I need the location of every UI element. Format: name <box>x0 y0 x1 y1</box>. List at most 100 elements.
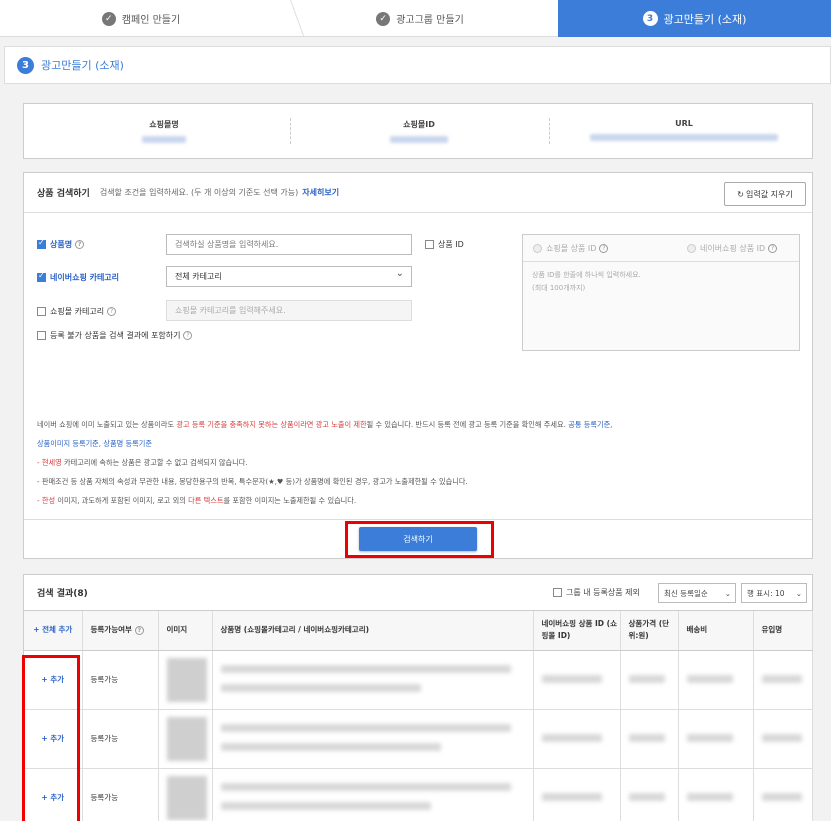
help-icon[interactable]: ? <box>183 331 193 340</box>
page-size-select[interactable]: 행 표시: 10 ⌄ <box>741 583 807 603</box>
mall-product-id-radio-option[interactable]: 쇼핑몰 상품 ID? <box>533 243 609 254</box>
url-label: URL <box>675 119 693 128</box>
common-criteria-link[interactable]: 공통 등록기준, <box>568 420 612 429</box>
notice-text: - 판매조건 등 상품 자체의 속성과 무관한 내용, 몽당한용구의 반복, 특… <box>37 477 468 486</box>
step-ad-creative[interactable]: 3 광고만들기 (소재) <box>558 0 831 37</box>
product-name-input[interactable]: 검색하실 상품명을 입력하세요. <box>166 234 412 255</box>
column-header: 상품가격 (단위:원) <box>620 611 679 651</box>
redacted-text <box>220 783 511 791</box>
product-name-cell <box>212 768 534 821</box>
shipping-cell <box>678 768 754 821</box>
shop-id-label: 쇼핑몰ID <box>403 120 435 129</box>
redacted-text <box>220 684 421 692</box>
price-cell <box>620 768 679 821</box>
product-id-type-selector: 쇼핑몰 상품 ID? 네이버쇼핑 상품 ID? <box>523 235 799 262</box>
naver-category-label: 네이버쇼핑 카테고리 <box>50 273 120 282</box>
help-icon[interactable]: ? <box>75 240 85 249</box>
naver-id-cell <box>533 650 621 710</box>
naver-product-id-radio-option[interactable]: 네이버쇼핑 상품 ID? <box>687 243 778 254</box>
step-adgroup[interactable]: ✓ 광고그룹 만들기 <box>282 0 558 37</box>
highlight-search-button <box>345 521 494 558</box>
refresh-icon: ↻ <box>737 189 744 199</box>
notice-text: 이미지, 과도하게 포함된 이미지, 로고 외의 <box>55 496 189 505</box>
radio-button[interactable] <box>533 243 542 253</box>
redacted-text <box>761 674 802 683</box>
shop-id-column: 쇼핑몰ID <box>374 119 464 145</box>
mall-category-label: 쇼핑몰 카테고리 <box>50 307 105 316</box>
notice-text: 될 수 있습니다. 반드시 등록 전에 광고 등록 기준을 확인해 주세요. <box>366 420 569 429</box>
shop-name-column: 쇼핑몰명 <box>119 119 209 145</box>
image-cell <box>158 650 213 710</box>
page-size-value: 행 표시: 10 <box>747 588 785 598</box>
naver-category-checkbox[interactable] <box>37 271 46 282</box>
url-column: URL <box>589 119 779 143</box>
help-icon[interactable]: ? <box>599 243 609 253</box>
column-header: 네이버쇼핑 상품 ID (쇼핑몰 ID) <box>533 611 621 651</box>
product-name-option[interactable]: 상품명? <box>37 238 85 250</box>
shop-name-label: 쇼핑몰명 <box>149 120 179 129</box>
details-link[interactable]: 자세히보기 <box>302 187 339 198</box>
help-icon[interactable]: ? <box>107 307 117 316</box>
shipping-cell <box>678 650 754 710</box>
source-cell <box>753 768 813 821</box>
status-cell: 등록가능 <box>82 650 159 710</box>
product-id-checkbox[interactable] <box>425 240 434 249</box>
mall-category-input[interactable]: 쇼핑몰 카테고리를 입력해주세요. <box>166 300 412 321</box>
exclude-registered-option[interactable]: 그룹 내 등록상품 제외 <box>553 587 640 598</box>
step-campaign[interactable]: ✓ 캠페인 만들기 <box>0 0 282 37</box>
search-results-panel: 검색 결과(8) 그룹 내 등록상품 제외 최신 등록일순 ⌄ 행 표시: 10 ⌄… <box>23 574 813 821</box>
mall-category-option[interactable]: 쇼핑몰 카테고리? <box>37 306 117 317</box>
naver-product-id-label: 네이버쇼핑 상품 ID <box>700 243 766 253</box>
reset-button-label: 입력값 지우기 <box>746 189 793 199</box>
image-cell <box>158 709 213 769</box>
product-id-label: 상품 ID <box>438 240 464 249</box>
id-desc-line: (최대 100개까지) <box>532 284 586 292</box>
sort-select[interactable]: 최신 등록일순 ⌄ <box>658 583 736 603</box>
registration-notice: 네이버 쇼핑에 이미 노출되고 있는 상품이라도 광고 등록 기준을 충족하지 … <box>37 415 802 510</box>
image-name-criteria-link[interactable]: 상품이미지 등록기준, 상품명 등록기준 <box>37 439 152 448</box>
chevron-down-icon: ⌄ <box>724 588 731 598</box>
price-cell <box>620 650 679 710</box>
include-unregistrable-checkbox[interactable] <box>37 331 46 340</box>
redacted-text <box>761 792 802 801</box>
step-label: 광고그룹 만들기 <box>396 15 464 26</box>
redacted-text <box>541 792 602 801</box>
product-id-textarea[interactable]: 상품 ID를 한줄에 하나씩 입력하세요. (최대 100개까지) <box>523 262 799 302</box>
column-header: 상품명 (쇼핑몰카테고리 / 네이버쇼핑카테고리) <box>212 611 534 651</box>
notice-text: 카테고리에 속하는 상품은 광고할 수 없고 검색되지 않습니다. <box>61 458 248 467</box>
reset-input-button[interactable]: ↻ 입력값 지우기 <box>724 182 806 206</box>
page-root: ✓ 캠페인 만들기 ✓ 광고그룹 만들기 3 광고만들기 (소재) 3 광고만들… <box>0 0 831 821</box>
naver-category-value: 전체 카테고리 <box>175 272 222 281</box>
product-name-label: 상품명 <box>50 240 73 249</box>
table-row: + 추가 등록가능 <box>24 768 813 821</box>
step-label: 광고만들기 (소재) <box>663 12 747 26</box>
check-circle-icon: ✓ <box>101 11 116 26</box>
radio-button[interactable] <box>687 243 696 253</box>
redacted-text <box>541 733 602 742</box>
shipping-cell <box>678 709 754 769</box>
add-all-button[interactable]: + 전체 추가 <box>24 611 83 651</box>
column-header-label: 등록가능여부 <box>90 625 132 635</box>
results-header: 검색 결과(8) 그룹 내 등록상품 제외 최신 등록일순 ⌄ 행 표시: 10 ⌄ <box>24 575 812 611</box>
id-desc-line: 상품 ID를 한줄에 하나씩 입력하세요. <box>532 271 641 279</box>
url-value-redacted <box>590 134 778 141</box>
redacted-text <box>686 733 733 742</box>
naver-category-select[interactable]: 전체 카테고리 <box>166 266 412 287</box>
include-unregistrable-option[interactable]: 등록 불가 상품을 검색 결과에 포함하기? <box>37 330 193 341</box>
product-thumbnail-redacted <box>166 716 207 761</box>
product-name-checkbox[interactable] <box>37 238 46 249</box>
notice-red-text: - 한성 <box>37 496 56 505</box>
exclude-registered-checkbox[interactable] <box>553 588 562 597</box>
mall-category-checkbox[interactable] <box>37 307 46 316</box>
exclude-registered-label: 그룹 내 등록상품 제외 <box>566 588 640 597</box>
naver-category-option[interactable]: 네이버쇼핑 카테고리 <box>37 271 120 283</box>
product-id-option[interactable]: 상품 ID <box>425 239 464 250</box>
column-header: 유입명 <box>753 611 813 651</box>
shop-id-value-redacted <box>390 136 448 143</box>
status-cell: 등록가능 <box>82 768 159 821</box>
notice-text: 를 포함한 이미지는 노출제한될 수 있습니다. <box>223 496 357 505</box>
mall-product-id-label: 쇼핑몰 상품 ID <box>546 243 597 253</box>
help-icon[interactable]: ? <box>134 625 144 635</box>
search-header: 상품 검색하기 검색할 조건을 입력하세요. (두 개 이상의 기준도 선택 가… <box>24 173 812 213</box>
help-icon[interactable]: ? <box>768 243 778 253</box>
